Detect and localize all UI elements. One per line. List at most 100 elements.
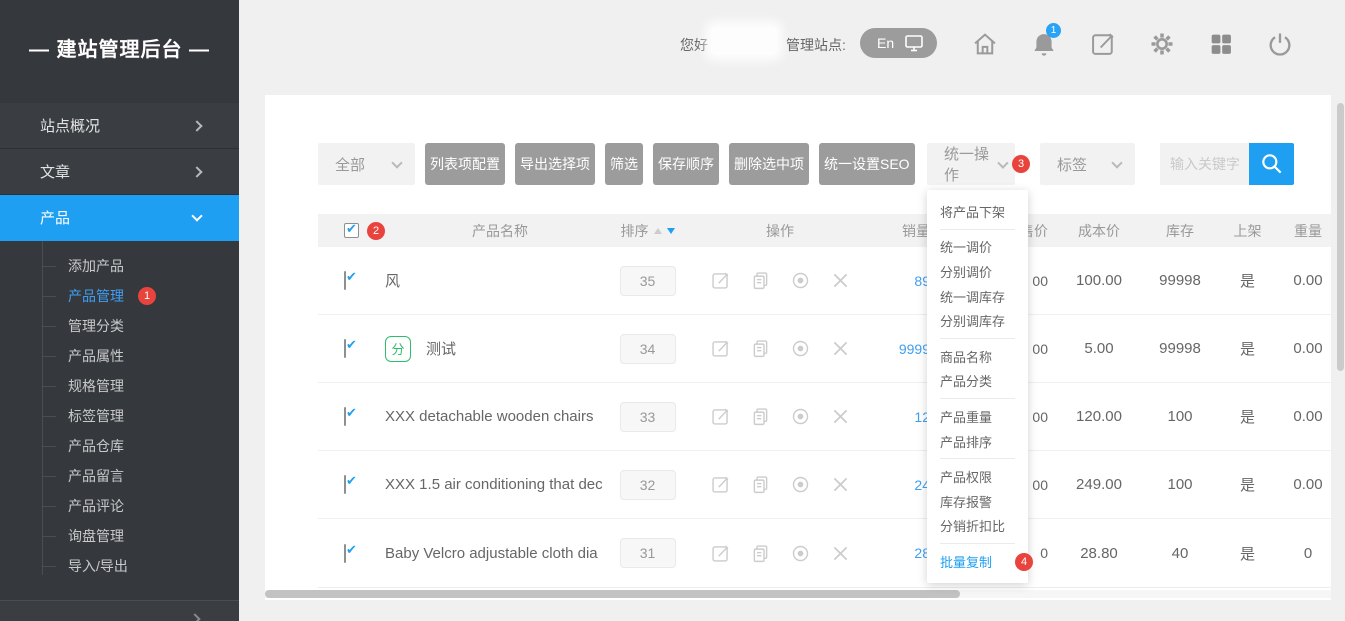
column-header-stock[interactable]: 库存 [1150, 221, 1210, 241]
column-header-cost[interactable]: 成本价 [1048, 221, 1150, 241]
settings-button[interactable] [1148, 30, 1176, 58]
delete-icon[interactable] [830, 406, 851, 427]
sort-order-input[interactable]: 34 [620, 334, 676, 364]
column-header-onsale[interactable]: 上架 [1210, 221, 1285, 241]
toolbar-button[interactable]: 筛选 [605, 143, 643, 185]
category-filter-select[interactable]: 全部 [318, 143, 415, 185]
batch-operations-select[interactable]: 统一操作 [927, 143, 1015, 185]
preview-icon[interactable] [790, 338, 811, 359]
sort-order-input[interactable]: 31 [620, 538, 676, 568]
home-button[interactable] [971, 30, 999, 58]
row-checkbox[interactable] [344, 544, 346, 563]
sidebar-menu-item[interactable]: 产品 [0, 195, 239, 241]
column-header-sales[interactable]: 销量 [880, 221, 930, 241]
toolbar-button[interactable]: 导出选择项 [515, 143, 595, 185]
sales-count-link[interactable]: 28 [880, 545, 930, 561]
language-switcher[interactable]: En [860, 28, 937, 58]
copy-icon[interactable] [750, 543, 771, 564]
sidebar-submenu-item[interactable]: 标签管理 [0, 401, 239, 431]
sort-order-input[interactable]: 32 [620, 470, 676, 500]
sidebar-submenu-item[interactable]: 管理分类 [0, 311, 239, 341]
row-checkbox[interactable] [344, 271, 346, 290]
sort-asc-icon[interactable] [654, 228, 662, 234]
edit-button[interactable] [1089, 30, 1117, 58]
sidebar-submenu-item[interactable]: 导入/导出 [0, 551, 239, 581]
row-checkbox[interactable] [344, 407, 346, 426]
sidebar-submenu-label: 添加产品 [68, 256, 124, 276]
toolbar-button[interactable]: 保存顺序 [653, 143, 719, 185]
sort-order-input[interactable]: 35 [620, 266, 676, 296]
horizontal-scrollbar[interactable] [265, 590, 1331, 598]
batch-menu-item[interactable]: 分别调价 [927, 259, 1028, 284]
sidebar-menu-item[interactable]: 文章 [0, 149, 239, 195]
sidebar-item-partial[interactable] [0, 601, 239, 621]
batch-menu-item[interactable]: 将产品下架 [927, 199, 1028, 224]
edit-icon[interactable] [710, 543, 731, 564]
sidebar-menu-item[interactable]: 站点概况 [0, 103, 239, 149]
copy-icon[interactable] [750, 270, 771, 291]
delete-icon[interactable] [830, 338, 851, 359]
batch-menu-item[interactable]: 分销折扣比 [927, 514, 1028, 539]
toolbar-button[interactable]: 删除选中项 [729, 143, 809, 185]
edit-icon[interactable] [710, 270, 731, 291]
batch-menu-item[interactable] [940, 543, 1015, 544]
batch-menu-item[interactable]: 产品分类 [927, 369, 1028, 394]
sales-count-link[interactable]: 89 [880, 273, 930, 289]
batch-menu-item[interactable]: 产品权限 [927, 464, 1028, 489]
apps-button[interactable] [1207, 30, 1235, 58]
batch-menu-item[interactable]: 库存报警 [927, 489, 1028, 514]
batch-menu-item[interactable]: 分别调库存 [927, 308, 1028, 333]
sidebar-submenu-item[interactable]: 添加产品 [0, 251, 239, 281]
batch-menu-item[interactable]: 商品名称 [927, 344, 1028, 369]
batch-menu-item[interactable]: 统一调价 [927, 235, 1028, 260]
delete-icon[interactable] [830, 474, 851, 495]
preview-icon[interactable] [790, 474, 811, 495]
batch-menu-item[interactable] [940, 338, 1015, 339]
search-input[interactable] [1160, 143, 1249, 185]
preview-icon[interactable] [790, 543, 811, 564]
batch-menu-item[interactable]: 产品排序 [927, 429, 1028, 454]
sort-order-input[interactable]: 33 [620, 402, 676, 432]
sales-count-link[interactable]: 9999 [880, 341, 930, 357]
copy-icon[interactable] [750, 474, 771, 495]
sidebar-submenu-item[interactable]: 产品属性 [0, 341, 239, 371]
delete-icon[interactable] [830, 270, 851, 291]
toolbar-button[interactable]: 列表项配置 [425, 143, 505, 185]
column-header-name[interactable]: 产品名称 [385, 221, 615, 241]
tag-filter-select[interactable]: 标签 [1040, 143, 1135, 185]
sidebar-submenu-item[interactable]: 规格管理 [0, 371, 239, 401]
logout-button[interactable] [1266, 30, 1294, 58]
edit-icon[interactable] [710, 406, 731, 427]
sidebar-submenu-item[interactable]: 产品评论 [0, 491, 239, 521]
edit-icon[interactable] [710, 338, 731, 359]
batch-menu-item[interactable]: 统一调库存 [927, 284, 1028, 309]
sidebar-submenu-item[interactable]: 产品留言 [0, 461, 239, 491]
batch-menu-item[interactable] [940, 229, 1015, 230]
row-checkbox[interactable] [344, 339, 346, 358]
preview-icon[interactable] [790, 406, 811, 427]
delete-icon[interactable] [830, 543, 851, 564]
sales-count-link[interactable]: 24 [880, 477, 930, 493]
horizontal-scrollbar-thumb[interactable] [265, 590, 960, 598]
copy-icon[interactable] [750, 338, 771, 359]
row-checkbox[interactable] [344, 475, 346, 494]
sales-count-link[interactable]: 12 [880, 409, 930, 425]
batch-menu-item[interactable]: 批量复制 4 [927, 549, 1028, 574]
edit-icon[interactable] [710, 474, 731, 495]
batch-menu-item[interactable]: 产品重量 [927, 404, 1028, 429]
preview-icon[interactable] [790, 270, 811, 291]
batch-menu-item[interactable] [940, 458, 1015, 459]
batch-menu-item[interactable] [940, 398, 1015, 399]
sidebar-submenu-item[interactable]: 产品管理 1 [0, 281, 239, 311]
vertical-scrollbar-thumb[interactable] [1337, 103, 1344, 371]
sort-desc-icon[interactable] [667, 228, 675, 234]
sidebar-submenu-item[interactable]: 产品仓库 [0, 431, 239, 461]
copy-icon[interactable] [750, 406, 771, 427]
sidebar-submenu-item[interactable]: 询盘管理 [0, 521, 239, 551]
select-all-checkbox[interactable] [344, 223, 359, 238]
toolbar-button[interactable]: 统一设置SEO [819, 143, 915, 185]
column-header-sort[interactable]: 排序 [615, 221, 680, 241]
search-button[interactable] [1249, 143, 1294, 185]
column-header-weight[interactable]: 重量 [1285, 221, 1331, 241]
tag-filter-value: 标签 [1057, 154, 1087, 175]
